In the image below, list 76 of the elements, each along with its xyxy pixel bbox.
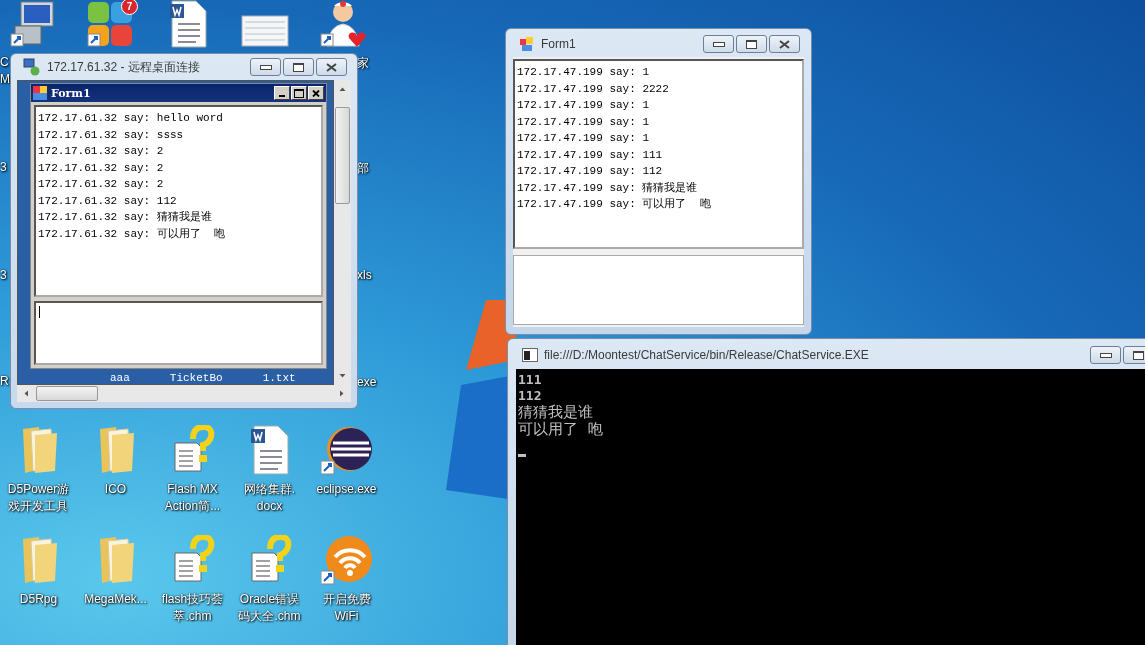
icon-label: 网络集群. docx — [243, 481, 296, 515]
message-line: 172.17.47.199 say: 1 — [517, 131, 651, 146]
close-button[interactable] — [316, 58, 347, 76]
icon-label: MegaMek... — [84, 591, 147, 608]
message-line: 172.17.61.32 say: 112 — [38, 193, 178, 209]
icon-label: D5Power游 戏开发工具 — [7, 481, 70, 515]
message-line: 172.17.61.32 say: 可以用了 咆 — [38, 226, 227, 242]
console-line: 111 — [518, 372, 543, 388]
notification-badge: 7 — [121, 0, 138, 15]
console-line: 112 — [518, 388, 543, 404]
doctor-icon[interactable] — [319, 0, 367, 48]
message-line: 172.17.61.32 say: 猜猜我是谁 — [38, 210, 213, 225]
icon-label: 家 — [357, 55, 369, 72]
close-icon — [779, 39, 790, 49]
message-line: 172.17.47.199 say: 111 — [517, 147, 664, 163]
message-line: 172.17.47.199 say: 1 — [517, 65, 651, 80]
icon-label: 1.txt — [262, 372, 296, 384]
window-title: file:///D:/Moontest/ChatService/bin/Release/ChatService.EXE — [544, 348, 870, 362]
message-line: 172.17.47.199 say: 猜猜我是谁 — [517, 180, 699, 196]
message-line: 172.17.61.32 say: hello word — [38, 111, 224, 126]
vertical-scrollbar[interactable] — [334, 80, 351, 385]
close-icon — [326, 62, 337, 72]
icon-label: exe — [357, 375, 377, 389]
icon-label: aaa — [110, 372, 130, 384]
scrollbar-thumb[interactable] — [335, 107, 350, 204]
icon-label: 3 — [0, 160, 7, 174]
close-icon — [312, 89, 320, 97]
form-title: Form1 — [51, 86, 92, 100]
window-title: Form1 — [541, 37, 577, 51]
computer-icon[interactable] — [9, 0, 57, 48]
colorful-tiles-icon[interactable] — [86, 0, 134, 48]
scrollbar-thumb[interactable] — [36, 386, 98, 401]
message-line: 172.17.47.199 say: 可以用了 咆 — [517, 197, 712, 212]
icon-label: Oracle错误 码大全.chm — [238, 591, 301, 625]
close-button[interactable] — [769, 35, 800, 53]
maximize-button[interactable] — [283, 58, 314, 76]
icon-label: xls — [357, 268, 372, 282]
message-line: 172.17.47.199 say: 112 — [517, 164, 664, 179]
maximize-button[interactable] — [736, 35, 767, 53]
icon-label: eclipse.exe — [316, 481, 377, 498]
message-line: 172.17.47.199 say: 1 — [517, 98, 651, 113]
maximize-button[interactable] — [1123, 346, 1145, 364]
icon-label: Flash MX Action简... — [164, 481, 221, 515]
message-input-field[interactable] — [513, 255, 804, 325]
console-line: 猜猜我是谁 — [518, 404, 594, 421]
minimize-button[interactable] — [250, 58, 281, 76]
minimize-button[interactable] — [1090, 346, 1121, 364]
icon-label: D5Rpg — [19, 591, 58, 608]
text-cursor — [518, 454, 526, 457]
window-title: 172.17.61.32 - 远程桌面连接 — [47, 58, 201, 76]
icon-label: 开启免费 WiFi — [322, 591, 371, 625]
icon-label: flash技巧荟 萃.chm — [161, 591, 224, 625]
message-line: 172.17.61.32 say: ssss — [38, 127, 185, 143]
minimize-button[interactable] — [703, 35, 734, 53]
message-line: 172.17.61.32 say: 2 — [38, 144, 165, 159]
icon-label: 3 — [0, 268, 7, 282]
console-icon — [522, 348, 538, 362]
message-line: 172.17.47.199 say: 2222 — [517, 81, 670, 97]
horizontal-scrollbar[interactable] — [17, 385, 351, 402]
icon-label: C — [0, 55, 9, 69]
console-line: 可以用了 咆 — [518, 421, 604, 438]
message-input-field[interactable] — [34, 301, 323, 365]
icon-label: ICO — [104, 481, 127, 498]
form-icon — [519, 36, 535, 52]
form-icon — [33, 86, 47, 100]
icon-label: 部 — [357, 160, 369, 177]
icon-label: M — [0, 72, 10, 86]
text-cursor — [39, 306, 40, 318]
icon-label: R — [0, 374, 9, 388]
message-line: 172.17.47.199 say: 1 — [517, 114, 651, 130]
icon-label: TicketBo — [169, 372, 223, 384]
remote-desktop-icon — [23, 58, 41, 76]
message-line: 172.17.61.32 say: 2 — [38, 177, 165, 192]
wifi-signal-icon[interactable] — [320, 535, 373, 585]
striped-globe-icon[interactable] — [320, 425, 373, 475]
message-line: 172.17.61.32 say: 2 — [38, 160, 165, 176]
